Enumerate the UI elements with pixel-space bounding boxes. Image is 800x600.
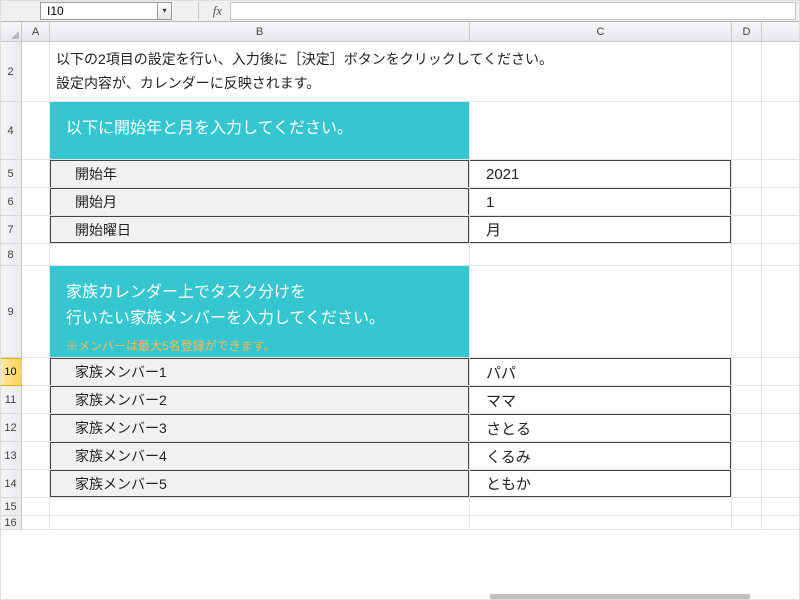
decorative-shadow: [490, 594, 750, 600]
col-header-D[interactable]: D: [732, 22, 762, 42]
name-box-value: I10: [47, 4, 64, 18]
row-header-10[interactable]: 10: [0, 358, 22, 386]
member3-value[interactable]: さとる: [470, 414, 731, 441]
cell-A2[interactable]: [22, 42, 50, 102]
member5-value[interactable]: ともか: [470, 470, 731, 497]
member3-label: 家族メンバー3: [50, 414, 469, 441]
row-header-9[interactable]: 9: [0, 266, 22, 358]
name-box-dropdown[interactable]: ▾: [158, 2, 172, 20]
member5-label: 家族メンバー5: [50, 470, 469, 497]
row-header-2[interactable]: 2: [0, 42, 22, 102]
name-box[interactable]: I10: [40, 2, 158, 20]
row-header-4[interactable]: 4: [0, 102, 22, 160]
member1-value[interactable]: パパ: [470, 358, 731, 385]
start-month-label: 開始月: [50, 188, 469, 215]
row-header-11[interactable]: 11: [0, 386, 22, 414]
member2-value[interactable]: ママ: [470, 386, 731, 413]
row-header-6[interactable]: 6: [0, 188, 22, 216]
col-header-blank: [762, 22, 800, 42]
col-header-B[interactable]: B: [50, 22, 470, 42]
cell-C4[interactable]: [470, 102, 732, 160]
chevron-down-icon: ▾: [162, 6, 166, 15]
section1-heading: 以下に開始年と月を入力してください。: [50, 102, 470, 160]
cell-B2[interactable]: 以下の2項目の設定を行い、入力後に［決定］ボタンをクリックしてください。 設定内…: [50, 42, 732, 102]
row-header-15[interactable]: 15: [0, 498, 22, 516]
member4-label: 家族メンバー4: [50, 442, 469, 469]
start-weekday-label: 開始曜日: [50, 216, 469, 243]
start-year-value[interactable]: 2021: [470, 160, 731, 187]
cell-A4[interactable]: [22, 102, 50, 160]
spreadsheet-grid[interactable]: A B C D 2 以下の2項目の設定を行い、入力後に［決定］ボタンをクリックし…: [0, 22, 800, 530]
fx-icon: fx: [213, 3, 222, 19]
row-header-12[interactable]: 12: [0, 414, 22, 442]
col-header-C[interactable]: C: [470, 22, 732, 42]
instruction-text: 以下の2項目の設定を行い、入力後に［決定］ボタンをクリックしてください。 設定内…: [50, 42, 731, 96]
insert-function-button[interactable]: fx: [198, 2, 226, 20]
select-all-corner[interactable]: [0, 22, 22, 42]
row-header-14[interactable]: 14: [0, 470, 22, 498]
row-header-8[interactable]: 8: [0, 244, 22, 266]
start-year-label: 開始年: [50, 160, 469, 187]
start-weekday-value[interactable]: 月: [470, 216, 731, 243]
row-header-16[interactable]: 16: [0, 516, 22, 530]
start-month-value[interactable]: 1: [470, 188, 731, 215]
formula-bar: I10 ▾ fx: [0, 0, 800, 22]
row-header-13[interactable]: 13: [0, 442, 22, 470]
member1-label: 家族メンバー1: [50, 358, 469, 385]
col-header-A[interactable]: A: [22, 22, 50, 42]
member4-value[interactable]: くるみ: [470, 442, 731, 469]
member2-label: 家族メンバー2: [50, 386, 469, 413]
cell-D4[interactable]: [732, 102, 762, 160]
cell-D2[interactable]: [732, 42, 762, 102]
row-header-5[interactable]: 5: [0, 160, 22, 188]
member-limit-note: ※メンバーは最大5名登録ができます。: [66, 337, 453, 356]
row-header-7[interactable]: 7: [0, 216, 22, 244]
formula-input[interactable]: [230, 2, 796, 20]
section2-heading: 家族カレンダー上でタスク分けを 行いたい家族メンバーを入力してください。 ※メン…: [50, 266, 470, 358]
